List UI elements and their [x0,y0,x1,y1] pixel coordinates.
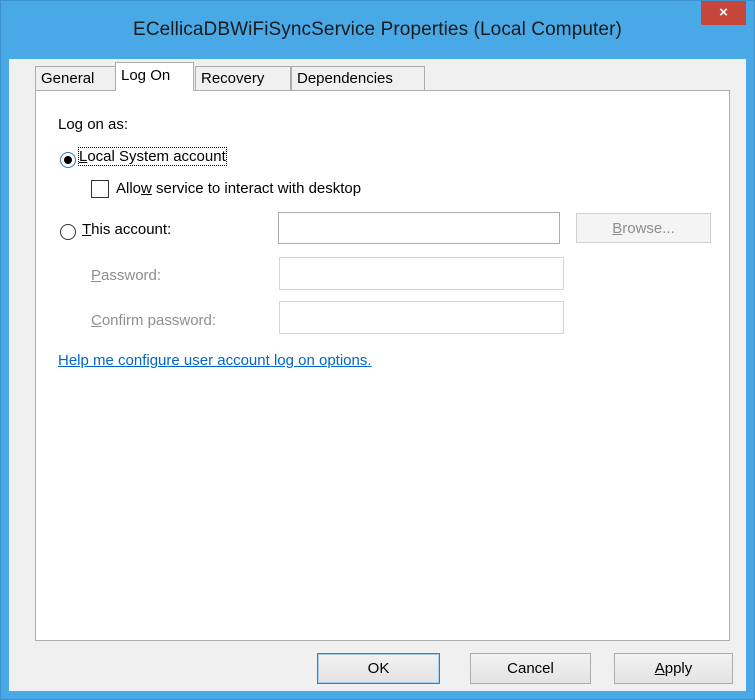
log-on-as-heading: Log on as: [58,116,129,133]
tab-general[interactable]: General [35,66,116,90]
ok-button[interactable]: OK [317,653,440,684]
close-icon: × [719,4,728,21]
window-title: ECellicaDBWiFiSyncService Properties (Lo… [133,19,622,40]
this-account-label[interactable]: This account: [82,221,171,238]
close-button[interactable]: × [701,1,746,25]
radio-selected-dot [64,156,72,164]
apply-button[interactable]: Apply [614,653,733,684]
local-system-radio[interactable] [60,152,76,168]
properties-dialog: ECellicaDBWiFiSyncService Properties (Lo… [0,0,755,700]
tab-dependencies[interactable]: Dependencies [291,66,425,90]
confirm-password-label: Confirm password: [91,312,217,329]
tab-general-label: General [41,70,95,87]
confirm-password-input[interactable] [279,301,564,334]
allow-interact-label[interactable]: Allow service to interact with desktop [116,180,361,197]
help-configure-link[interactable]: Help me configure user account log on op… [58,352,372,369]
tab-log-on[interactable]: Log On [115,62,194,91]
tab-dependencies-label: Dependencies [297,70,393,87]
title-bar[interactable]: ECellicaDBWiFiSyncService Properties (Lo… [1,1,754,61]
password-label: Password: [91,267,162,284]
this-account-radio[interactable] [60,224,76,240]
tab-recovery-label: Recovery [201,70,265,87]
local-system-label[interactable]: Local System account [78,147,227,166]
log-on-panel: Log on as: Local System account Allow se… [35,90,730,641]
cancel-button[interactable]: Cancel [470,653,591,684]
password-input[interactable] [279,257,564,290]
tab-log-on-label: Log On [121,67,171,84]
account-name-input[interactable] [278,212,560,244]
dialog-client-area: General Log On Recovery Dependencies Log… [9,59,746,691]
allow-interact-checkbox[interactable] [91,180,109,198]
browse-button[interactable]: Browse... [576,213,711,243]
tab-recovery[interactable]: Recovery [195,66,291,90]
